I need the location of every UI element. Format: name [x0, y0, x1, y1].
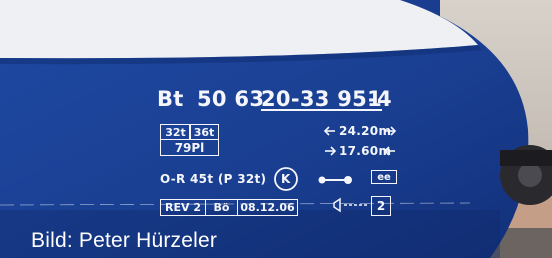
load-32t-box: 32t: [160, 124, 191, 140]
train-car-photo: [0, 0, 552, 258]
wagon-prefix: Bt: [157, 87, 184, 111]
seats-box: 79Pl: [160, 139, 219, 156]
white-band: [0, 0, 478, 59]
k-symbol: K: [281, 172, 291, 186]
wheel-hub: [518, 163, 542, 187]
rev-date-box: 08.12.06: [237, 199, 298, 216]
rev-box: REV 2: [160, 199, 206, 216]
wagon-check-digit: -4: [368, 87, 392, 111]
length-bogies: 17.60m: [339, 144, 392, 158]
end-number-box: 2: [371, 196, 391, 216]
load-36t-box: 36t: [189, 124, 219, 140]
photo-credit: Bild: Peter Hürzeler: [31, 229, 218, 252]
bo-box: Bö: [205, 199, 238, 216]
ee-box: ee: [371, 170, 397, 184]
bogie-frame: [500, 150, 552, 166]
wagon-number-b: 20-33 951: [261, 87, 383, 111]
brake-regime: O-R 45t (P 32t): [160, 172, 267, 186]
wagon-number-a: 50 63: [197, 87, 265, 111]
length-total: 24.20m: [339, 124, 392, 138]
